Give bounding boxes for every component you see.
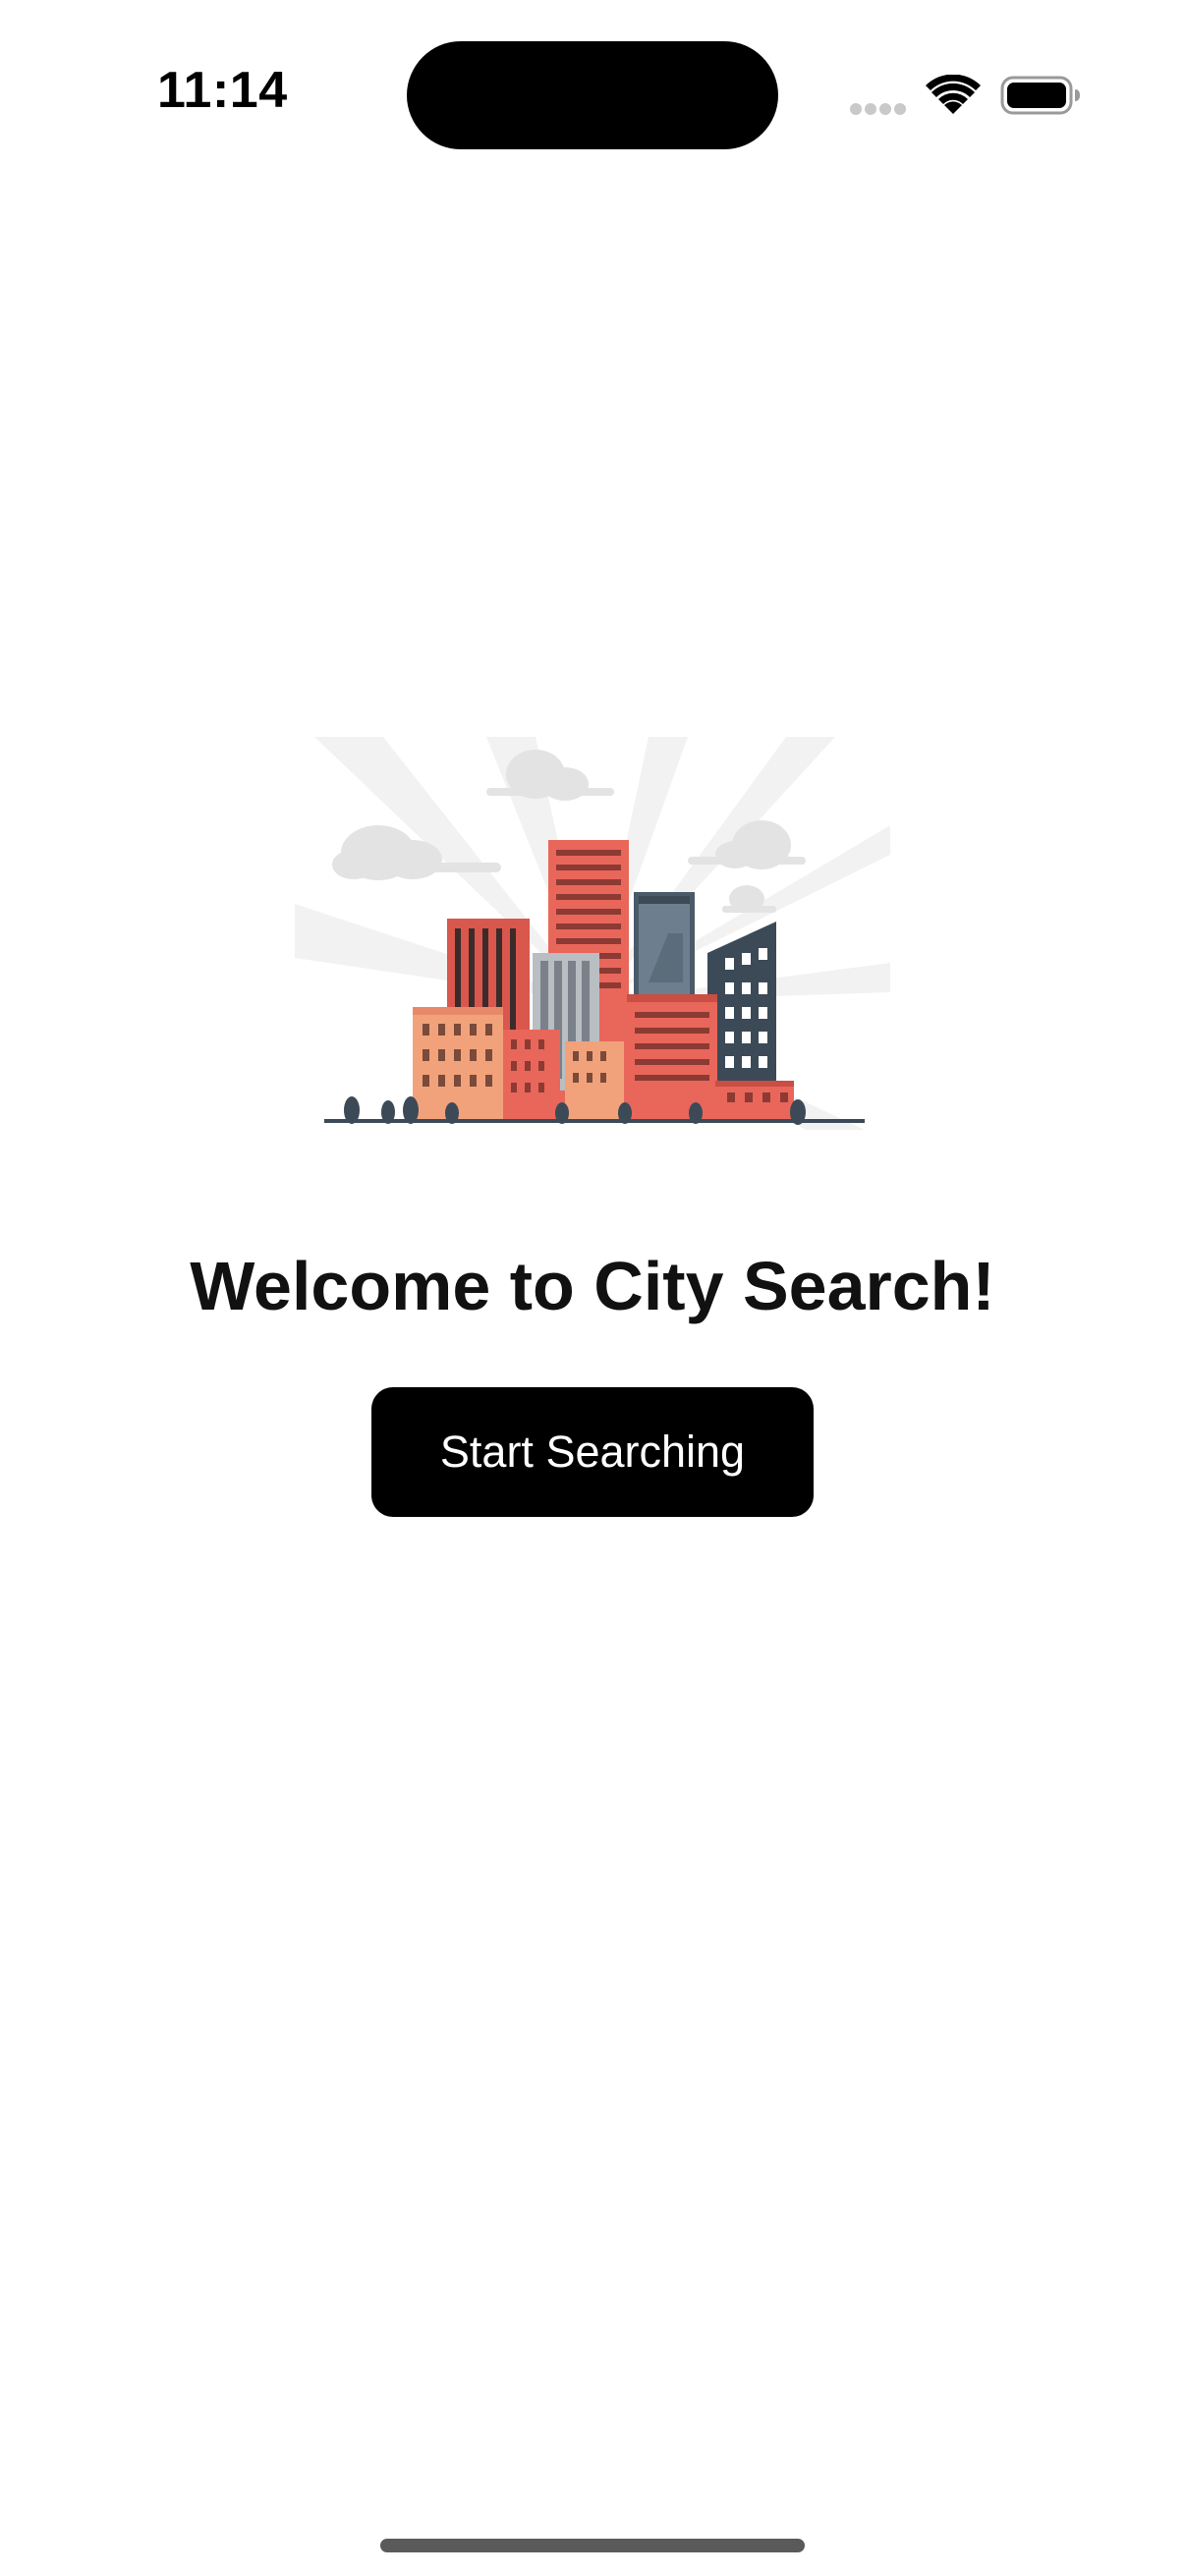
- wifi-icon: [926, 75, 981, 114]
- welcome-screen: 11:14 Welcome to City Search! Start Sear…: [0, 0, 1185, 2576]
- battery-icon: [1000, 76, 1080, 115]
- cellular-signal-icon: [850, 103, 906, 115]
- dynamic-island: [407, 41, 778, 149]
- welcome-title: Welcome to City Search!: [190, 1248, 995, 1324]
- status-bar-time: 11:14: [157, 62, 288, 119]
- city-skyline-illustration: [295, 737, 890, 1130]
- start-searching-button[interactable]: Start Searching: [371, 1387, 814, 1517]
- home-indicator[interactable]: [380, 2539, 805, 2552]
